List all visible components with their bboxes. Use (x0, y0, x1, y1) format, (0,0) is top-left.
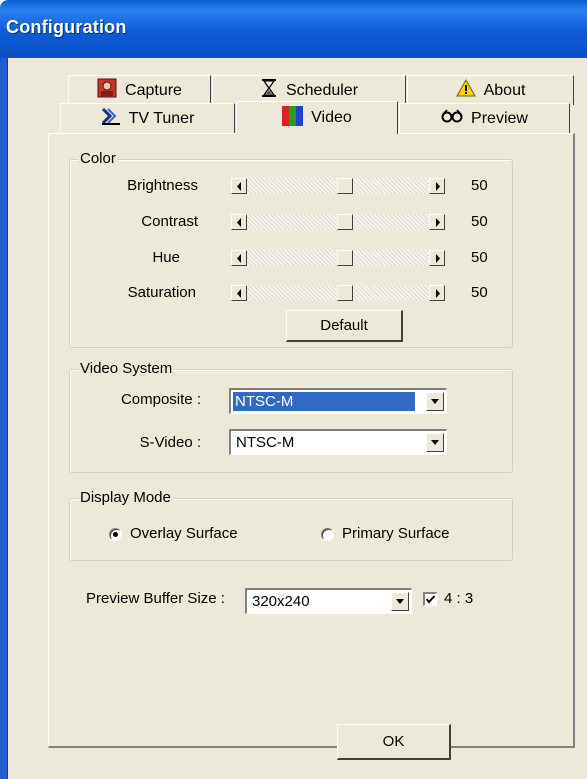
aspect-ratio-label[interactable]: 4 : 3 (444, 590, 473, 607)
contrast-slider[interactable] (231, 214, 445, 230)
aspect-ratio-checkbox[interactable] (423, 592, 437, 606)
radio-selected-dot (113, 532, 118, 537)
contrast-label: Contrast (141, 213, 198, 230)
brightness-value: 50 (471, 177, 488, 194)
arrow-right-icon (436, 218, 440, 227)
tab-scheduler-label: Scheduler (285, 81, 359, 99)
video-system-groupbox: Video System (69, 360, 513, 473)
arrow-right-icon (436, 182, 440, 191)
glasses-icon (441, 109, 463, 128)
ok-button[interactable]: OK (337, 724, 451, 760)
brightness-thumb[interactable] (337, 178, 353, 194)
primary-surface-label[interactable]: Primary Surface (342, 525, 450, 542)
chevron-down-icon (431, 399, 439, 404)
tab-preview-label: Preview (471, 109, 528, 127)
svideo-label: S-Video : (139, 434, 201, 451)
hue-increase-button[interactable] (429, 250, 445, 266)
saturation-increase-button[interactable] (429, 285, 445, 301)
hourglass-icon (260, 78, 278, 103)
hue-value: 50 (471, 249, 488, 266)
overlay-surface-label[interactable]: Overlay Surface (130, 525, 238, 542)
tab-capture-label: Capture (125, 81, 182, 99)
tab-tv-tuner-label: TV Tuner (128, 109, 195, 127)
composite-select[interactable]: NTSC-M (229, 388, 447, 414)
svideo-selected-value: NTSC-M (236, 434, 295, 451)
chevron-down-icon (431, 440, 439, 445)
hue-slider[interactable] (231, 250, 445, 266)
chevron-down-icon (396, 599, 404, 604)
contrast-thumb[interactable] (337, 214, 353, 230)
tab-preview[interactable]: Preview (399, 103, 570, 133)
saturation-decrease-button[interactable] (231, 285, 247, 301)
preview-buffer-size-value: 320x240 (252, 593, 310, 610)
color-group-title: Color (78, 150, 118, 167)
window-frame-left (0, 58, 8, 779)
preview-buffer-size-select[interactable]: 320x240 (245, 588, 412, 614)
preview-buffer-size-label: Preview Buffer Size : (86, 590, 225, 607)
tab-about[interactable]: About (407, 75, 574, 105)
tab-capture[interactable]: Capture (68, 75, 211, 105)
saturation-label: Saturation (127, 284, 196, 301)
brightness-label: Brightness (127, 177, 198, 194)
hue-thumb[interactable] (337, 250, 353, 266)
dialog-client-area: Capture Scheduler About TV Tuner Video P… (8, 58, 587, 779)
arrow-right-icon (436, 289, 440, 298)
hue-label: Hue (152, 249, 180, 266)
contrast-increase-button[interactable] (429, 214, 445, 230)
arrow-right-icon (436, 254, 440, 263)
contrast-value: 50 (471, 213, 488, 230)
saturation-slider[interactable] (231, 285, 445, 301)
composite-selected-value: NTSC-M (233, 392, 415, 411)
tv-tuner-icon (101, 106, 121, 131)
preview-buffer-dropdown-button[interactable] (391, 592, 409, 611)
arrow-left-icon (237, 218, 241, 227)
arrow-left-icon (237, 182, 241, 191)
composite-label: Composite : (120, 391, 201, 408)
video-system-group-title: Video System (78, 360, 175, 377)
saturation-thumb[interactable] (337, 285, 353, 301)
tab-about-label: About (483, 81, 526, 99)
brightness-decrease-button[interactable] (231, 178, 247, 194)
capture-icon (97, 78, 117, 103)
arrow-left-icon (237, 289, 241, 298)
hue-decrease-button[interactable] (231, 250, 247, 266)
saturation-value: 50 (471, 284, 488, 301)
warning-icon (455, 78, 476, 102)
brightness-slider[interactable] (231, 178, 445, 194)
configuration-window: Configuration Capture Scheduler About TV… (0, 0, 587, 779)
title-bar[interactable]: Configuration (0, 0, 587, 58)
tab-tv-tuner[interactable]: TV Tuner (60, 103, 235, 133)
display-mode-group-title: Display Mode (78, 489, 173, 506)
checkmark-icon (425, 595, 436, 604)
contrast-decrease-button[interactable] (231, 214, 247, 230)
tab-video-label: Video (311, 109, 352, 126)
composite-dropdown-button[interactable] (426, 392, 444, 411)
window-title: Configuration (6, 17, 127, 37)
overlay-surface-radio[interactable] (109, 528, 122, 541)
video-color-bars-icon (282, 105, 304, 131)
arrow-left-icon (237, 254, 241, 263)
brightness-increase-button[interactable] (429, 178, 445, 194)
svideo-select[interactable]: NTSC-M (229, 429, 447, 455)
tab-video[interactable]: Video (236, 101, 398, 134)
svideo-dropdown-button[interactable] (426, 433, 444, 452)
default-button[interactable]: Default (286, 310, 403, 342)
primary-surface-radio[interactable] (321, 528, 334, 541)
